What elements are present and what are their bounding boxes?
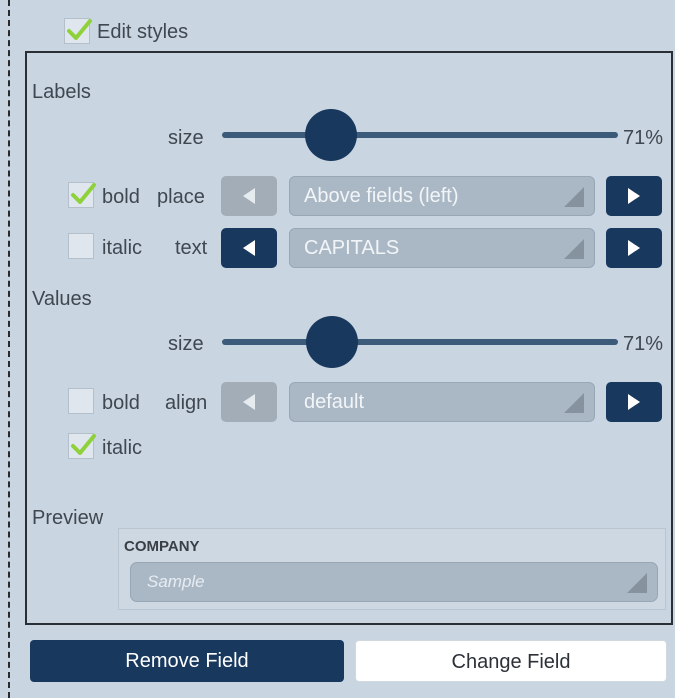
- labels-size-slider-thumb[interactable]: [305, 109, 357, 161]
- panel-dashed-border: [8, 0, 10, 698]
- preview-field-value: Sample: [147, 572, 205, 591]
- dropdown-corner-icon: [564, 187, 584, 207]
- arrow-right-icon: [628, 394, 640, 410]
- labels-text-next-button[interactable]: [606, 228, 662, 268]
- labels-size-value: 71%: [623, 127, 664, 149]
- labels-place-value: Above fields (left): [304, 185, 459, 207]
- values-bold-label: bold: [102, 392, 140, 414]
- values-align-next-button[interactable]: [606, 382, 662, 422]
- values-align-select[interactable]: default: [289, 382, 595, 422]
- values-size-value: 71%: [623, 333, 664, 355]
- field-style-panel: Edit styles Labels size 71% bold place A…: [0, 0, 675, 698]
- arrow-right-icon: [628, 188, 640, 204]
- values-align-prev-button[interactable]: [221, 382, 277, 422]
- labels-italic-checkbox[interactable]: [68, 233, 94, 259]
- preview-field-select: Sample: [130, 562, 658, 602]
- values-size-slider-thumb[interactable]: [306, 316, 358, 368]
- preview-field-label: COMPANY: [124, 538, 200, 555]
- labels-place-select[interactable]: Above fields (left): [289, 176, 595, 216]
- labels-place-label: place: [157, 186, 205, 208]
- labels-size-slider-track[interactable]: [222, 132, 618, 138]
- labels-bold-checkbox[interactable]: [68, 182, 96, 208]
- values-italic-label: italic: [102, 437, 143, 459]
- labels-place-next-button[interactable]: [606, 176, 662, 216]
- preview-heading: Preview: [32, 507, 104, 529]
- dropdown-corner-icon: [627, 573, 647, 593]
- arrow-left-icon: [243, 240, 255, 256]
- checkmark-icon: [67, 19, 92, 40]
- arrow-right-icon: [628, 240, 640, 256]
- values-align-label: align: [165, 392, 208, 414]
- labels-size-label: size: [168, 127, 204, 149]
- labels-bold-label: bold: [102, 186, 140, 208]
- remove-field-button[interactable]: Remove Field: [30, 640, 344, 682]
- change-field-button[interactable]: Change Field: [355, 640, 667, 682]
- labels-text-prev-button[interactable]: [221, 228, 277, 268]
- arrow-left-icon: [243, 188, 255, 204]
- values-size-slider-track[interactable]: [222, 339, 618, 345]
- edit-styles-label: Edit styles: [97, 21, 189, 43]
- labels-place-prev-button[interactable]: [221, 176, 277, 216]
- checkmark-icon: [71, 434, 96, 455]
- values-size-label: size: [168, 333, 204, 355]
- dropdown-corner-icon: [564, 393, 584, 413]
- edit-styles-checkbox[interactable]: [64, 18, 92, 44]
- dropdown-corner-icon: [564, 239, 584, 259]
- labels-text-value: CAPITALS: [304, 237, 400, 259]
- values-italic-checkbox[interactable]: [68, 433, 96, 459]
- values-align-value: default: [304, 391, 365, 413]
- values-bold-checkbox[interactable]: [68, 388, 94, 414]
- labels-text-select[interactable]: CAPITALS: [289, 228, 595, 268]
- labels-heading: Labels: [32, 81, 91, 103]
- checkmark-icon: [71, 183, 96, 204]
- arrow-left-icon: [243, 394, 255, 410]
- labels-text-label: text: [175, 237, 208, 259]
- labels-italic-label: italic: [102, 237, 143, 259]
- values-heading: Values: [32, 288, 92, 310]
